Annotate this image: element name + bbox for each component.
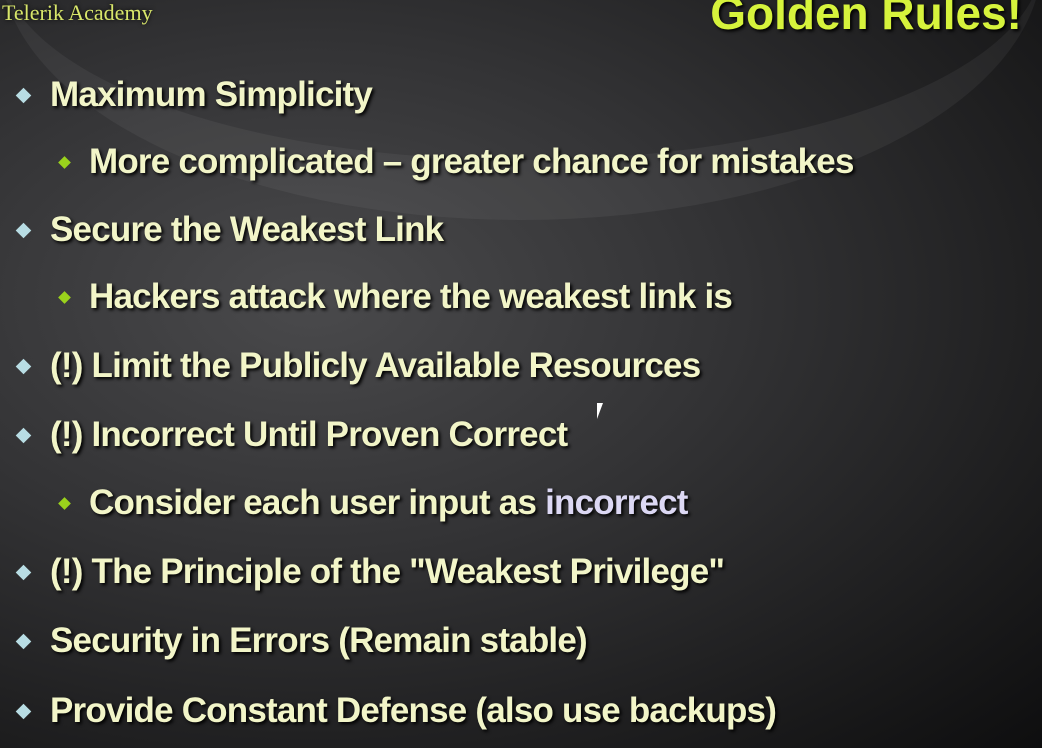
bullet-text: Consider each user input as incorrect	[89, 483, 688, 523]
diamond-bullet-icon	[58, 290, 71, 304]
diamond-bullet-icon	[15, 703, 32, 719]
diamond-bullet-icon	[15, 358, 32, 374]
bullet-item: (!) The Principle of the "Weakest Privil…	[0, 547, 725, 597]
bullet-text: Provide Constant Defense (also use backu…	[50, 691, 777, 730]
mouse-cursor-icon	[597, 403, 609, 419]
slide-title: Golden Rules!	[710, 0, 1022, 39]
sub-bullet-item: Consider each user input as incorrect	[0, 478, 688, 528]
bullet-text: More complicated – greater chance for mi…	[89, 142, 854, 181]
diamond-bullet-icon	[15, 87, 32, 103]
bullet-text: (!) Limit the Publicly Available Resourc…	[50, 346, 701, 385]
logo: Telerik Academy	[2, 0, 153, 25]
diamond-bullet-icon	[58, 496, 71, 510]
bullet-text: Security in Errors (Remain stable)	[50, 621, 588, 660]
bullet-item: (!) Limit the Publicly Available Resourc…	[0, 341, 701, 391]
sub-bullet-item: Hackers attack where the weakest link is	[0, 272, 733, 322]
diamond-bullet-icon	[58, 155, 71, 169]
bullet-text: (!) Incorrect Until Proven Correct	[50, 415, 568, 454]
bullet-item: Maximum Simplicity	[0, 70, 373, 120]
bullet-text-main: Consider each user input as	[89, 483, 546, 522]
bullet-text: Hackers attack where the weakest link is	[89, 277, 733, 316]
diamond-bullet-icon	[15, 222, 32, 238]
bullet-text: Secure the Weakest Link	[50, 210, 444, 249]
bullet-item: (!) Incorrect Until Proven Correct	[0, 410, 568, 460]
diamond-bullet-icon	[15, 427, 32, 443]
bullet-text: (!) The Principle of the "Weakest Privil…	[50, 552, 725, 591]
bullet-item: Security in Errors (Remain stable)	[0, 616, 588, 666]
diamond-bullet-icon	[15, 564, 32, 580]
bullet-text: Maximum Simplicity	[50, 75, 373, 114]
bullet-item: Secure the Weakest Link	[0, 205, 444, 255]
sub-bullet-item: More complicated – greater chance for mi…	[0, 137, 854, 187]
highlighted-word: incorrect	[545, 483, 688, 522]
diamond-bullet-icon	[15, 633, 32, 649]
bullet-item: Provide Constant Defense (also use backu…	[0, 686, 777, 736]
